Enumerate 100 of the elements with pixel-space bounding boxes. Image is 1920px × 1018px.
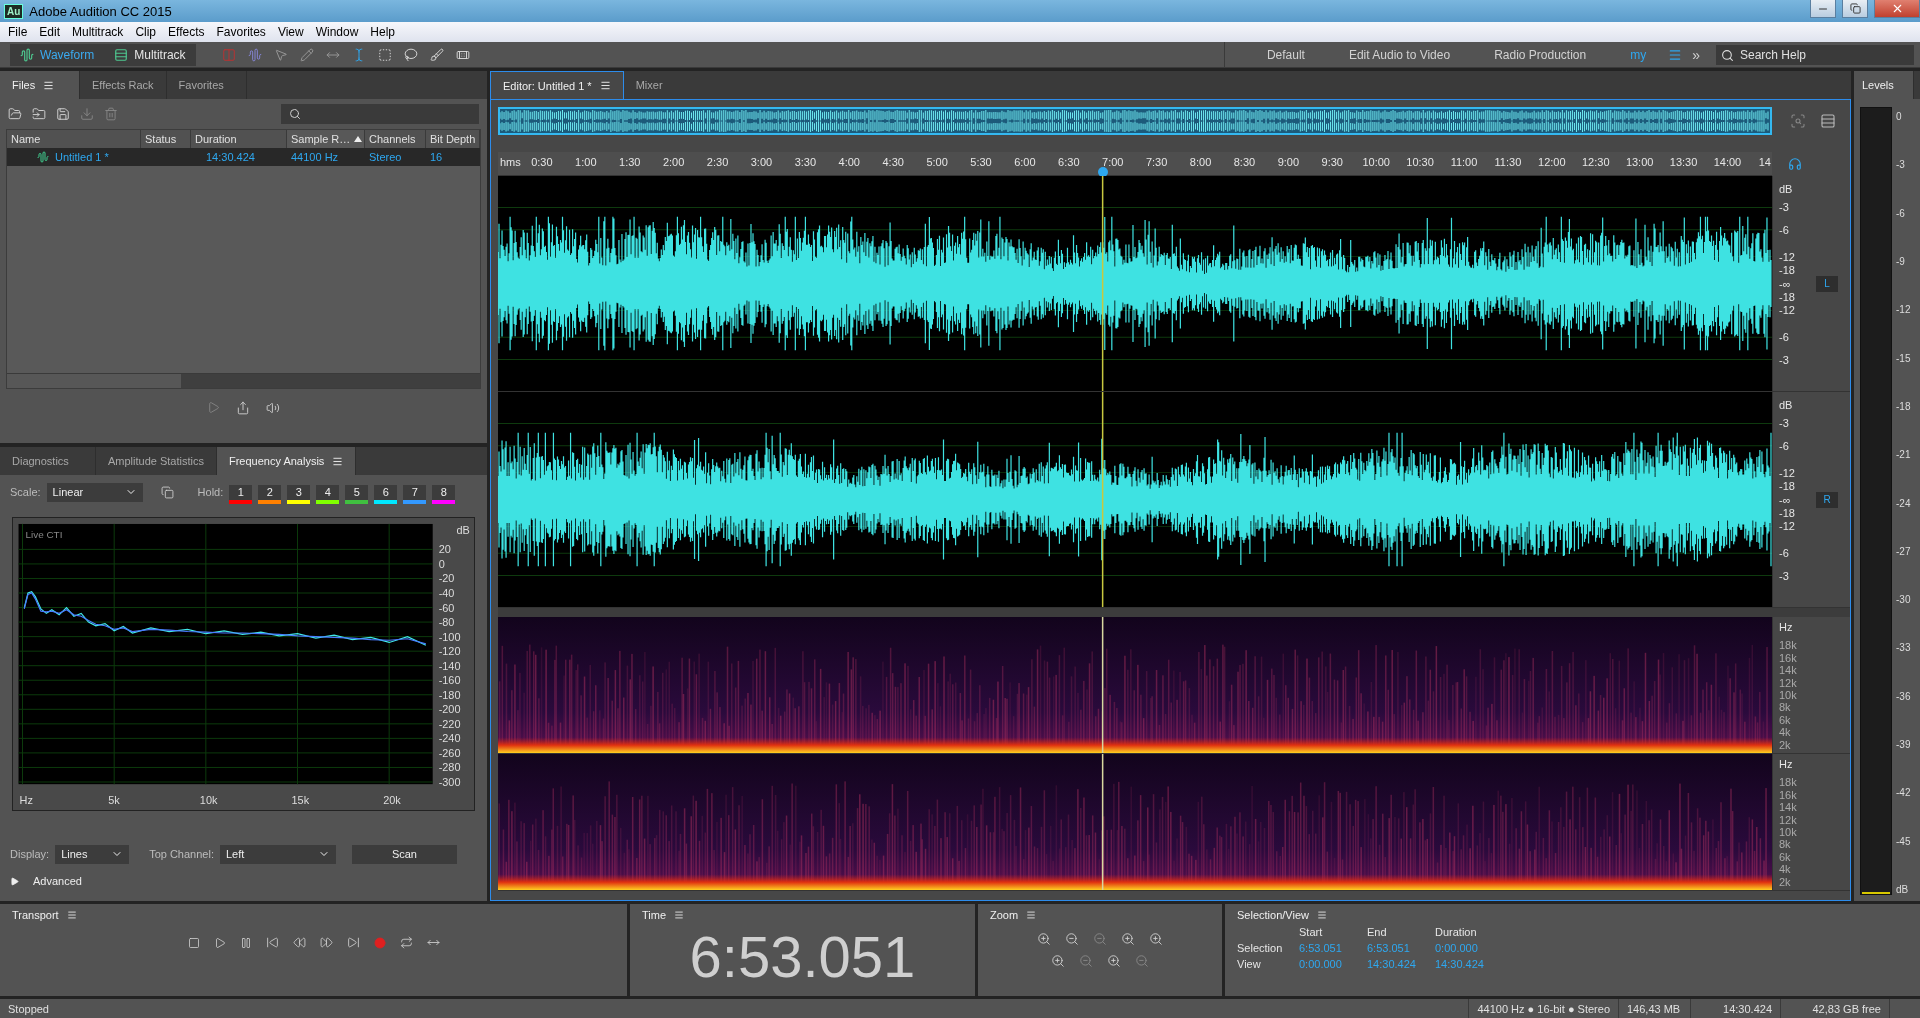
stop-icon[interactable] — [187, 936, 200, 949]
folder-icon[interactable] — [8, 107, 22, 121]
search-field[interactable] — [281, 104, 479, 124]
scan-button[interactable]: Scan — [351, 844, 457, 864]
zoom-out-icon[interactable] — [1135, 954, 1149, 968]
hold-button[interactable]: 6 — [374, 484, 398, 504]
pause-icon[interactable] — [239, 936, 252, 949]
zoom-out-icon[interactable] — [1079, 954, 1093, 968]
workspace-tab[interactable]: Edit Audio to Video — [1326, 47, 1473, 62]
copy-icon[interactable] — [160, 485, 174, 499]
hold-button[interactable]: 2 — [258, 484, 282, 504]
brush-icon[interactable] — [429, 47, 444, 62]
menu-item[interactable]: Effects — [162, 25, 211, 39]
speaker-icon[interactable] — [266, 401, 280, 415]
axis-tick-label: -260 — [438, 746, 461, 759]
loop-icon[interactable] — [399, 936, 413, 949]
zoom-in-icon[interactable] — [1149, 932, 1163, 946]
rewind-icon[interactable] — [292, 936, 306, 949]
menu-icon[interactable] — [674, 910, 685, 920]
maximize-button[interactable] — [1842, 0, 1868, 18]
channel-dropdown[interactable]: Left — [219, 844, 336, 864]
hold-button[interactable]: 7 — [403, 484, 427, 504]
menu-item[interactable]: Multitrack — [66, 25, 130, 39]
column-header[interactable]: Duration — [191, 130, 287, 148]
ruler-label: 11:00 — [1450, 156, 1478, 168]
ruler-label: 9:30 — [1321, 156, 1343, 168]
scale-label: -6 — [1779, 223, 1789, 236]
menu-item[interactable]: Edit — [33, 25, 67, 39]
display-dropdown[interactable]: Lines — [55, 844, 130, 864]
scale-label: -3 — [1779, 353, 1789, 366]
scale-label: 6k — [1779, 850, 1792, 864]
marquee-icon[interactable] — [377, 47, 392, 62]
menu-item[interactable]: Clip — [129, 25, 163, 39]
move-tool-icon[interactable] — [273, 47, 288, 62]
zoom-in-icon[interactable] — [1051, 954, 1065, 968]
ruler-label: 3:00 — [750, 156, 773, 168]
close-button[interactable] — [1874, 0, 1920, 18]
zoom-icon[interactable] — [1790, 113, 1806, 129]
menu-item[interactable]: Help — [364, 25, 402, 39]
minimize-button[interactable] — [1810, 0, 1836, 18]
menu-icon[interactable] — [332, 455, 344, 467]
overflow-button[interactable]: » — [1682, 46, 1710, 63]
skip-back-icon[interactable] — [265, 936, 279, 949]
import-icon[interactable] — [32, 107, 46, 121]
zoom-in-icon[interactable] — [1107, 954, 1121, 968]
list-icon[interactable] — [1820, 113, 1836, 129]
column-header[interactable]: Name — [7, 130, 141, 148]
menu-icon[interactable] — [66, 910, 77, 920]
ruler-label: 12:30 — [1581, 156, 1610, 168]
channel-button[interactable]: R — [1816, 491, 1838, 508]
lasso-icon[interactable] — [403, 47, 418, 62]
zoom-out-icon[interactable] — [1065, 932, 1079, 946]
headphones-icon[interactable] — [1788, 157, 1802, 171]
fast-forward-icon[interactable] — [319, 936, 333, 949]
status-item: 146,43 MB — [1618, 999, 1690, 1018]
waveform-view-icon[interactable] — [247, 47, 262, 62]
play-icon[interactable] — [213, 936, 226, 949]
menu-icon[interactable] — [1026, 910, 1037, 920]
chart-label: Live CTI — [25, 528, 63, 540]
panel-tab[interactable]: Files — [0, 71, 80, 99]
menu-icon[interactable] — [599, 80, 611, 91]
channel-button[interactable]: L — [1816, 275, 1838, 292]
zoom-out-icon[interactable] — [1093, 932, 1107, 946]
axis-tick-label: -120 — [438, 645, 461, 658]
row-label: View — [1237, 958, 1262, 970]
hold-button[interactable]: 1 — [229, 484, 253, 504]
scale-dropdown[interactable]: Linear — [46, 482, 143, 502]
editor-tab[interactable]: Editor: Untitled 1 * — [490, 71, 624, 99]
field-label: Hold: — [197, 486, 224, 498]
trash-icon[interactable] — [104, 107, 118, 121]
menu-item[interactable]: View — [271, 25, 310, 39]
skip-forward-icon[interactable] — [346, 936, 360, 949]
menu-icon[interactable] — [43, 79, 55, 91]
zoom-in-icon[interactable] — [1037, 932, 1051, 946]
column-header[interactable]: Status — [141, 130, 191, 148]
axis-tick-label: -40 — [438, 587, 455, 599]
menu-item[interactable]: File — [2, 25, 34, 39]
menu-item[interactable]: Favorites — [210, 25, 272, 39]
workspace-tab[interactable]: Default — [1244, 47, 1327, 62]
hold-button[interactable]: 3 — [287, 484, 311, 504]
column-header[interactable]: Channels — [365, 130, 426, 148]
hold-button[interactable]: 4 — [316, 484, 340, 504]
search-field[interactable]: Search Help — [1716, 44, 1914, 65]
export-icon[interactable] — [236, 401, 250, 415]
workspace-tab[interactable]: Radio Production — [1472, 47, 1609, 62]
zoom-in-icon[interactable] — [1121, 932, 1135, 946]
menu-item[interactable]: Window — [309, 25, 365, 39]
scale-label: -3 — [1779, 417, 1789, 430]
hold-button[interactable]: 5 — [345, 484, 369, 504]
scale-label: -6 — [1779, 439, 1789, 452]
advanced-toggle[interactable]: Advanced — [0, 871, 487, 891]
table-cell-text: Stereo — [368, 151, 403, 163]
menu-icon[interactable] — [1316, 910, 1327, 920]
panel-tab[interactable]: Levels — [1854, 71, 1914, 99]
file-row[interactable]: Untitled 1 * 14:30.424 44100 Hz Stereo 16 — [7, 148, 480, 166]
resize-handle[interactable] — [498, 608, 1850, 617]
save-icon[interactable] — [56, 107, 70, 121]
column-header[interactable]: Bit Depth — [426, 130, 480, 148]
hold-button[interactable]: 8 — [432, 484, 456, 504]
panel-tab[interactable]: Frequency Analysis — [217, 447, 357, 475]
